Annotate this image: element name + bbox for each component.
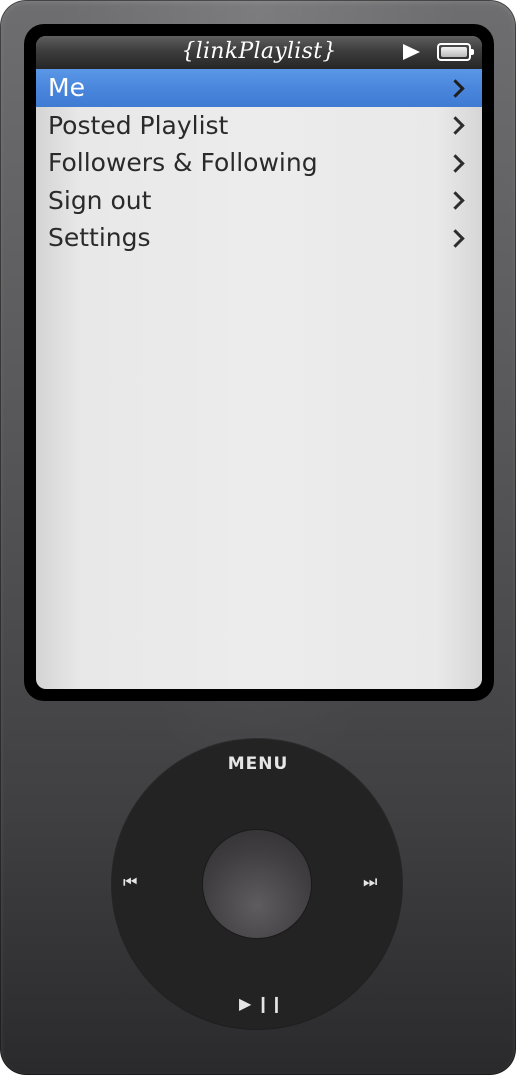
menu-item-label: Me — [48, 73, 85, 102]
menu-item-me[interactable]: Me — [36, 69, 482, 107]
menu-item-posted-playlist[interactable]: Posted Playlist — [36, 107, 482, 145]
menu-item-label: Sign out — [48, 185, 152, 215]
screen: {linkPlaylist} Me Posted Playlist Follow… — [36, 36, 482, 689]
battery-icon — [437, 43, 474, 61]
menu-button[interactable]: MENU — [0, 754, 516, 774]
menu-item-label: Settings — [48, 223, 151, 252]
menu-item-label: Posted Playlist — [48, 110, 229, 140]
menu-item-settings[interactable]: Settings — [36, 219, 482, 257]
main-menu: Me Posted Playlist Followers & Following… — [36, 69, 482, 257]
menu-item-label: Followers & Following — [48, 148, 318, 177]
chevron-right-icon — [446, 116, 465, 135]
title-bar: {linkPlaylist} — [36, 36, 482, 70]
chevron-right-icon — [446, 154, 465, 173]
previous-track-icon[interactable]: ⏮ — [123, 872, 138, 892]
chevron-right-icon — [446, 229, 465, 248]
chevron-right-icon — [446, 191, 465, 210]
battery-nub — [471, 49, 474, 55]
menu-item-sign-out[interactable]: Sign out — [36, 182, 482, 220]
center-select-button[interactable] — [203, 830, 311, 938]
menu-item-followers-following[interactable]: Followers & Following — [36, 144, 482, 182]
next-track-icon[interactable]: ⏭ — [363, 872, 378, 892]
chevron-right-icon — [446, 79, 465, 98]
play-status-icon — [403, 44, 420, 60]
battery-level — [441, 47, 467, 57]
play-pause-icon[interactable]: ▶ ❙❙ — [239, 994, 283, 1013]
ipod-device: {linkPlaylist} Me Posted Playlist Follow… — [0, 0, 516, 1075]
